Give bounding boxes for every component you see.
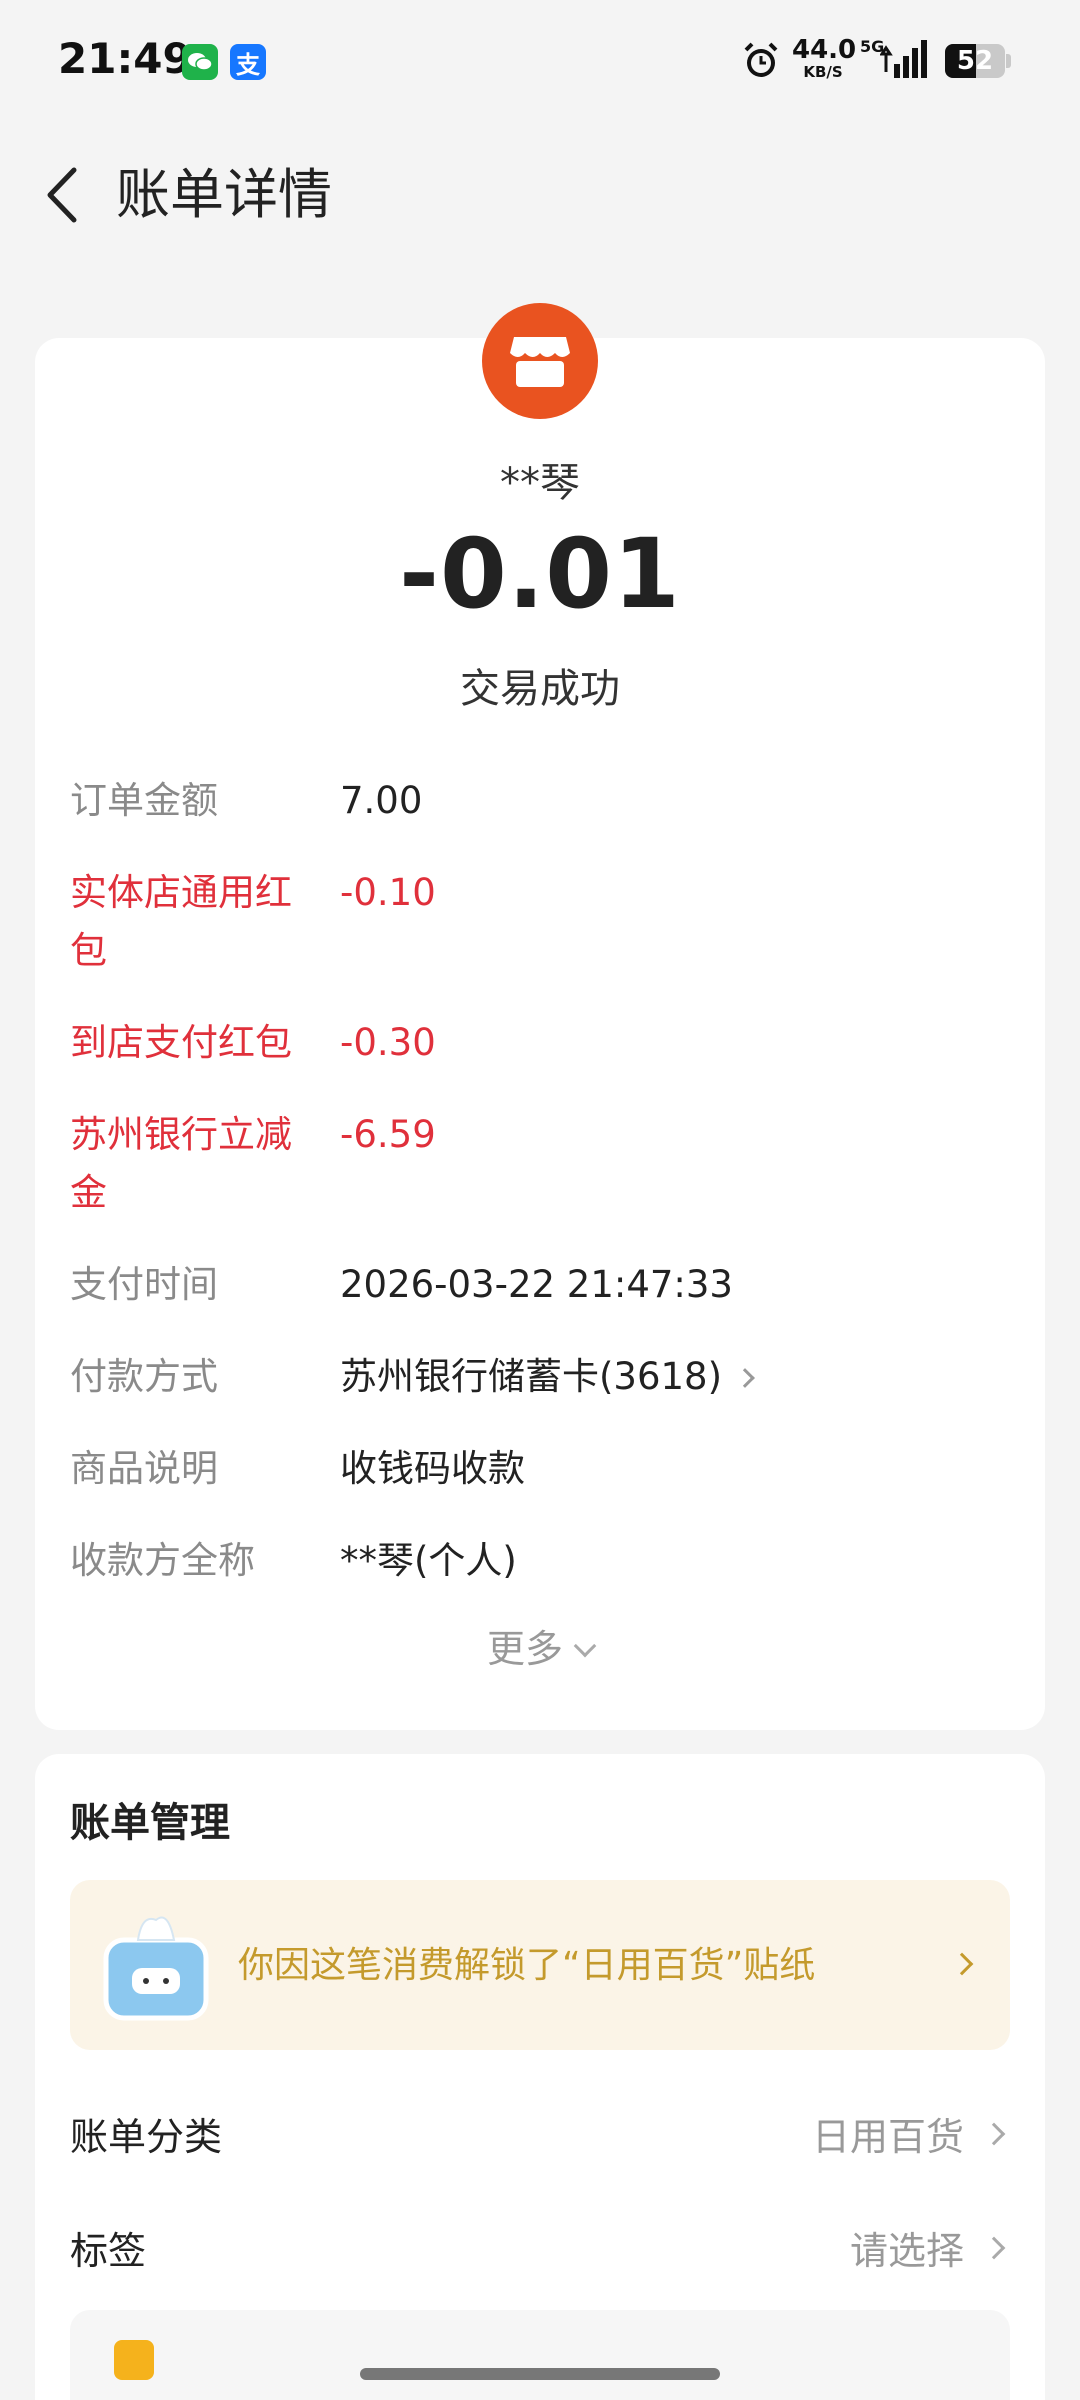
tag-label: 标签: [70, 2229, 147, 2273]
bill-category-row[interactable]: 账单分类 日用百货: [70, 2096, 1010, 2176]
amount: -0.01: [399, 518, 681, 630]
row-label: 苏州银行立减金: [70, 1113, 292, 1214]
row-label: 收款方全称: [70, 1539, 255, 1582]
alipay-icon: 支: [230, 44, 266, 80]
tag-row[interactable]: 标签 请选择: [70, 2210, 1010, 2290]
row-label: 付款方式: [70, 1355, 218, 1398]
category-value: 日用百货: [811, 2115, 964, 2159]
store-icon: [482, 303, 598, 419]
battery-tip: [1006, 54, 1011, 68]
sticker-text: 你因这笔消费解锁了“日用百货”贴纸: [238, 1945, 816, 1986]
row-value: 收钱码收款: [340, 1447, 525, 1490]
more-button[interactable]: 更多: [35, 1618, 1045, 1673]
status-time: 21:49: [58, 34, 192, 83]
sticker-banner[interactable]: 你因这笔消费解锁了“日用百货”贴纸: [70, 1880, 1010, 2050]
row-value: 7.00: [340, 779, 423, 822]
net-speed-value: 44.0: [792, 35, 857, 65]
row-label: 商品说明: [70, 1447, 218, 1490]
section-title: 账单管理: [70, 1800, 230, 1846]
net-speed-unit: KB/S: [803, 63, 843, 81]
signal-icon: [880, 40, 927, 78]
tag-value: 请选择: [849, 2229, 964, 2273]
chevron-right-icon: [735, 1368, 755, 1388]
row-label: 到店支付红包: [70, 1021, 292, 1064]
page-title: 账单详情: [116, 163, 332, 226]
row-value: -6.59: [340, 1113, 436, 1156]
report-icon: [114, 2340, 154, 2380]
alarm-icon: [744, 42, 778, 77]
wechat-icon: [182, 44, 218, 80]
report-banner-partial[interactable]: [70, 2310, 1010, 2400]
row-value: 2026-03-22 21:47:33: [340, 1263, 733, 1306]
chevron-right-icon: [982, 2236, 1006, 2260]
chevron-down-icon: [573, 1634, 597, 1658]
battery-icon: 52: [945, 44, 1005, 78]
row-value: **琴(个人): [340, 1539, 517, 1582]
transaction-card: **琴 -0.01 交易成功 订单金额 7.00 实体店通用红包 -0.10 到…: [35, 303, 1045, 1730]
home-indicator[interactable]: [360, 2368, 720, 2380]
row-label: 实体店通用红包: [70, 871, 292, 972]
category-label: 账单分类: [70, 2115, 223, 2159]
row-value: -0.10: [340, 871, 436, 914]
merchant-name: **琴: [500, 460, 580, 506]
back-arrow-icon[interactable]: [30, 160, 100, 230]
row-value: 苏州银行储蓄卡(3618): [340, 1355, 723, 1398]
row-value: -0.30: [340, 1021, 436, 1064]
transaction-status: 交易成功: [460, 666, 620, 712]
row-label: 订单金额: [70, 779, 218, 822]
pay-method-link[interactable]: 苏州银行储蓄卡(3618): [340, 1348, 755, 1406]
tissue-box-sticker-icon: [103, 1916, 209, 2021]
nav-header: 账单详情: [0, 124, 1080, 264]
net-speed: 44.0 KB/S: [792, 35, 857, 81]
more-label: 更多: [486, 1627, 563, 1671]
battery-level: 52: [956, 46, 994, 76]
bill-manage-card: 账单管理 你因这笔消费解锁了“日用百货”贴纸 账单分类 日用百货 标签 请选择: [35, 1754, 1045, 2400]
chevron-right-icon: [982, 2122, 1006, 2146]
row-label: 支付时间: [70, 1263, 218, 1306]
status-bar: 21:49 支 44.0 KB/S 5G 52: [0, 0, 1080, 124]
chevron-right-icon: [950, 1952, 974, 1976]
